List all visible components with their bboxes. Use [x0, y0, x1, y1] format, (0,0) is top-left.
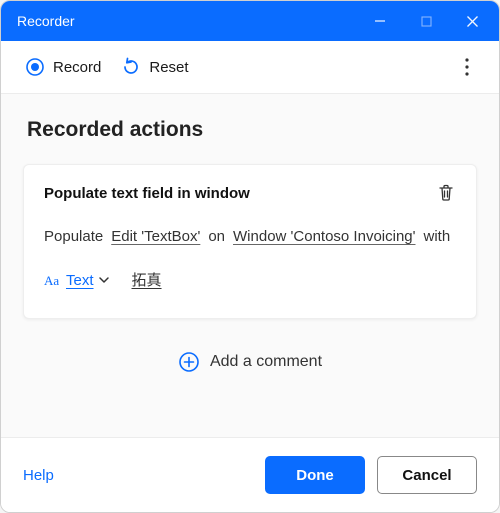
reset-label: Reset [149, 59, 188, 76]
reset-icon [121, 57, 141, 77]
action-card: Populate text field in window Populate E… [23, 164, 477, 319]
window-reference[interactable]: Window 'Contoso Invoicing' [233, 221, 415, 253]
cancel-button[interactable]: Cancel [377, 456, 477, 494]
maximize-icon [421, 16, 432, 27]
more-button[interactable] [449, 49, 485, 85]
record-label: Record [53, 59, 101, 76]
done-label: Done [296, 467, 334, 484]
close-button[interactable] [449, 1, 495, 41]
action-header: Populate text field in window [44, 183, 456, 203]
reset-button[interactable]: Reset [111, 51, 198, 83]
value-type-selector[interactable]: Aa Text [44, 265, 112, 297]
cancel-label: Cancel [402, 467, 451, 484]
toolbar: Record Reset [1, 41, 499, 94]
value-type-label: Text [66, 265, 94, 297]
section-heading: Recorded actions [27, 118, 477, 142]
word-populate: Populate [44, 221, 103, 253]
trash-icon [436, 183, 456, 203]
action-title: Populate text field in window [44, 185, 436, 202]
plus-circle-icon [178, 351, 200, 373]
record-button[interactable]: Record [15, 51, 111, 83]
text-type-icon: Aa [44, 272, 62, 288]
action-body: Populate Edit 'TextBox' on Window 'Conto… [44, 221, 456, 296]
action-value[interactable]: 拓真 [132, 265, 162, 297]
chevron-down-icon [98, 274, 110, 286]
titlebar: Recorder [1, 1, 499, 41]
field-reference[interactable]: Edit 'TextBox' [111, 221, 200, 253]
word-on: on [208, 221, 225, 253]
done-button[interactable]: Done [265, 456, 365, 494]
minimize-icon [374, 15, 386, 27]
close-icon [466, 15, 479, 28]
window-title: Recorder [17, 13, 357, 29]
help-link[interactable]: Help [23, 467, 54, 484]
minimize-button[interactable] [357, 1, 403, 41]
maximize-button[interactable] [403, 1, 449, 41]
add-comment-label: Add a comment [210, 353, 322, 371]
more-vertical-icon [465, 58, 469, 76]
word-with: with [424, 221, 451, 253]
delete-action-button[interactable] [436, 183, 456, 203]
record-icon [25, 57, 45, 77]
svg-text:Aa: Aa [44, 273, 59, 288]
recorder-window: Recorder Record Reset Recorded actions P… [0, 0, 500, 513]
footer: Help Done Cancel [1, 437, 499, 512]
add-comment-button[interactable]: Add a comment [23, 343, 477, 381]
content-area: Recorded actions Populate text field in … [1, 94, 499, 437]
